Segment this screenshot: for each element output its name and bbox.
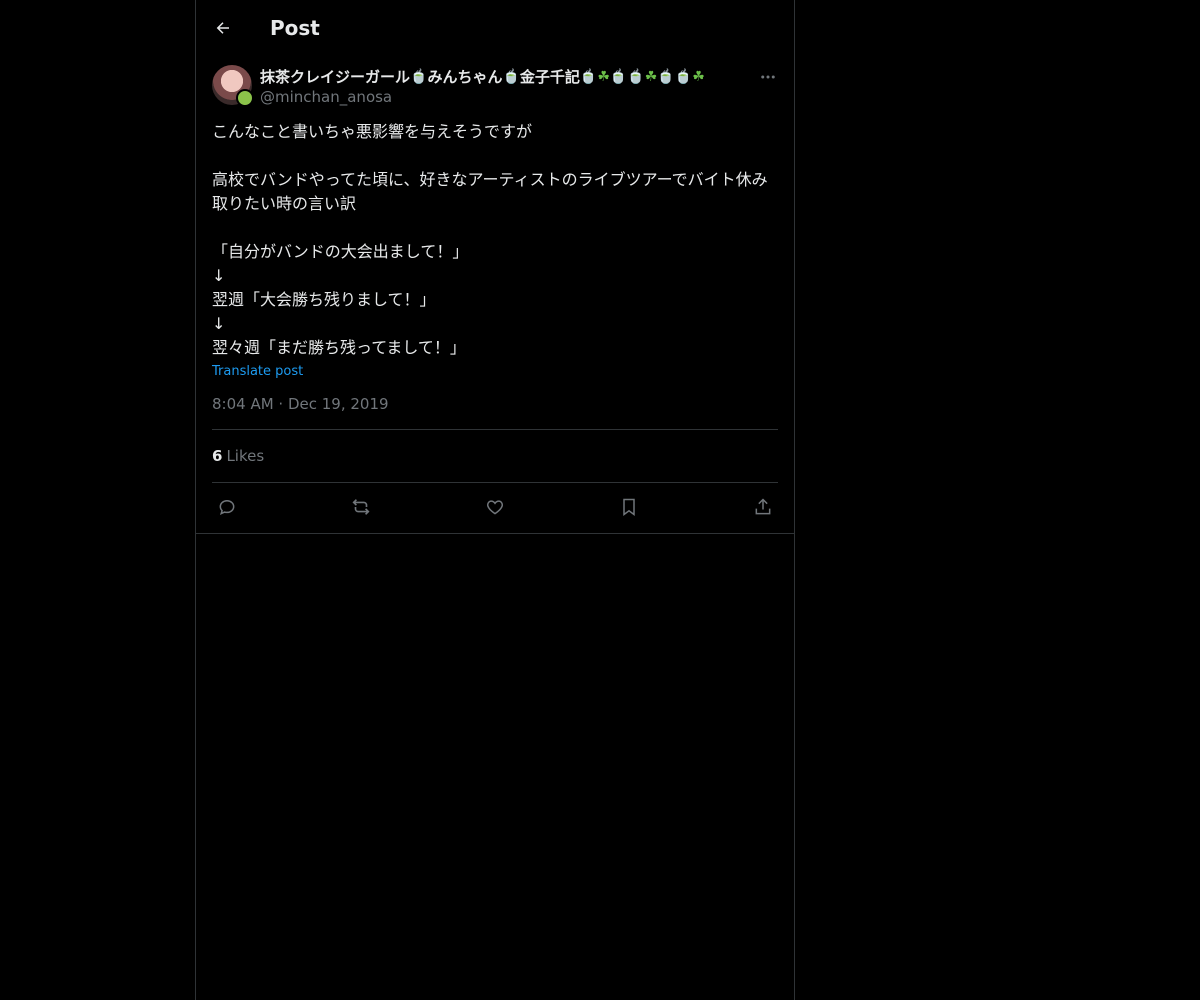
post-text-line: こんなこと書いちゃ悪影響を与えそうですが bbox=[212, 122, 533, 141]
matcha-bowl-emoji: 🍵 bbox=[609, 68, 628, 85]
matcha-bowl-emoji: 🍵 bbox=[674, 68, 693, 85]
back-button[interactable] bbox=[212, 17, 234, 39]
display-name-text: 金子千記 bbox=[519, 68, 580, 86]
post-text: こんなこと書いちゃ悪影響を与えそうですが高校でバンドやってた頃に、好きなアーティ… bbox=[212, 120, 778, 360]
header: Post bbox=[196, 0, 794, 55]
author-row: 抹茶クレイジーガール 🍵 みんちゃん 🍵 金子千記 🍵 ☘ 🍵 🍵 ☘ 🍵 🍵 ☘ @minchan_a… bbox=[212, 65, 778, 107]
share-button[interactable] bbox=[752, 496, 774, 518]
avatar-badge bbox=[236, 89, 254, 107]
more-options-button[interactable] bbox=[758, 67, 778, 87]
reply-icon bbox=[219, 499, 235, 516]
shamrock-emoji: ☘ bbox=[597, 68, 610, 85]
matcha-bowl-emoji: 🍵 bbox=[579, 68, 598, 85]
author-display-name[interactable]: 抹茶クレイジーガール 🍵 みんちゃん 🍵 金子千記 🍵 ☘ 🍵 🍵 ☘ 🍵 🍵 ☘ bbox=[260, 66, 705, 87]
translate-post-link[interactable]: Translate post bbox=[212, 364, 303, 379]
author-info: 抹茶クレイジーガール 🍵 みんちゃん 🍵 金子千記 🍵 ☘ 🍵 🍵 ☘ 🍵 🍵 ☘ @minchan_a… bbox=[260, 66, 705, 106]
author-handle[interactable]: @minchan_anosa bbox=[260, 88, 705, 106]
post: 抹茶クレイジーガール 🍵 みんちゃん 🍵 金子千記 🍵 ☘ 🍵 🍵 ☘ 🍵 🍵 ☘ @minchan_a… bbox=[196, 55, 794, 531]
post-text-line: ↓ bbox=[212, 314, 226, 333]
share-icon bbox=[755, 498, 771, 515]
shamrock-emoji: ☘ bbox=[692, 68, 705, 85]
repost-button[interactable] bbox=[350, 496, 372, 518]
matcha-bowl-emoji: 🍵 bbox=[502, 68, 520, 85]
matcha-bowl-emoji: 🍵 bbox=[410, 68, 428, 85]
post-text-line bbox=[212, 216, 778, 240]
more-horizontal-icon bbox=[761, 75, 775, 79]
shamrock-emoji: ☘ bbox=[644, 68, 658, 85]
post-text-line: 翌々週「まだ勝ち残ってまして！」 bbox=[212, 338, 466, 357]
arrow-left-icon bbox=[216, 21, 229, 34]
likes-label[interactable]: Likes bbox=[226, 447, 264, 465]
page-title: Post bbox=[270, 15, 320, 40]
avatar[interactable] bbox=[212, 65, 254, 107]
likes-count[interactable]: 6 bbox=[212, 447, 222, 465]
bookmark-icon bbox=[623, 498, 635, 516]
post-text-line: 高校でバンドやってた頃に、好きなアーティストのライブツアーでバイト休み取りたい時… bbox=[212, 170, 768, 213]
display-name-text: 抹茶クレイジーガール bbox=[260, 68, 411, 86]
bookmark-button[interactable] bbox=[618, 496, 640, 518]
like-icon bbox=[486, 500, 504, 515]
post-column: Post 抹茶クレイジーガール 🍵 みんちゃん 🍵 金子千記 🍵 ☘ 🍵 🍵 ☘ 🍵 🍵 ☘ @minc… bbox=[195, 0, 795, 1000]
repost-icon bbox=[352, 499, 370, 515]
action-bar bbox=[212, 483, 778, 531]
divider bbox=[196, 533, 794, 534]
post-stats: 6 Likes bbox=[212, 430, 778, 482]
post-text-line: 「自分がバンドの大会出まして！」 bbox=[212, 242, 469, 261]
post-text-line bbox=[212, 144, 778, 168]
matcha-bowl-emoji: 🍵 bbox=[627, 68, 645, 85]
matcha-bowl-emoji: 🍵 bbox=[657, 68, 675, 85]
post-timestamp[interactable]: 8:04 AM · Dec 19, 2019 bbox=[212, 395, 778, 429]
post-text-line: 翌週「大会勝ち残りまして！」 bbox=[212, 290, 436, 309]
display-name-text: みんちゃん bbox=[427, 68, 503, 86]
like-button[interactable] bbox=[484, 496, 506, 518]
reply-button[interactable] bbox=[216, 496, 238, 518]
post-text-line: ↓ bbox=[212, 266, 226, 285]
